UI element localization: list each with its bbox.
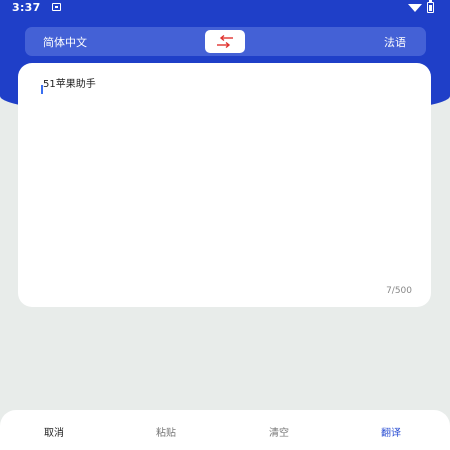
source-text-input[interactable]: 51苹果助手 (43, 75, 96, 90)
source-language-button[interactable]: 简体中文 (43, 34, 87, 50)
cancel-button[interactable]: 取消 (44, 424, 64, 439)
clear-button[interactable]: 清空 (269, 424, 289, 439)
target-language-button[interactable]: 法语 (384, 34, 406, 50)
notification-icon (52, 3, 61, 11)
battery-icon (427, 0, 434, 13)
swap-arrows-icon (217, 34, 233, 49)
bottom-action-bar: 取消 粘贴 清空 翻译 (0, 410, 450, 450)
language-selector-bar: 简体中文 法语 (25, 27, 426, 56)
status-time: 3:37 (12, 1, 41, 14)
swap-languages-button[interactable] (205, 30, 245, 53)
text-cursor (41, 85, 43, 94)
wifi-icon (408, 4, 422, 12)
character-counter: 7/500 (386, 286, 412, 296)
status-bar: 3:37 (0, 0, 450, 16)
input-card[interactable]: 51苹果助手 7/500 (18, 63, 431, 307)
translate-button[interactable]: 翻译 (381, 424, 401, 439)
paste-button[interactable]: 粘贴 (156, 424, 176, 439)
